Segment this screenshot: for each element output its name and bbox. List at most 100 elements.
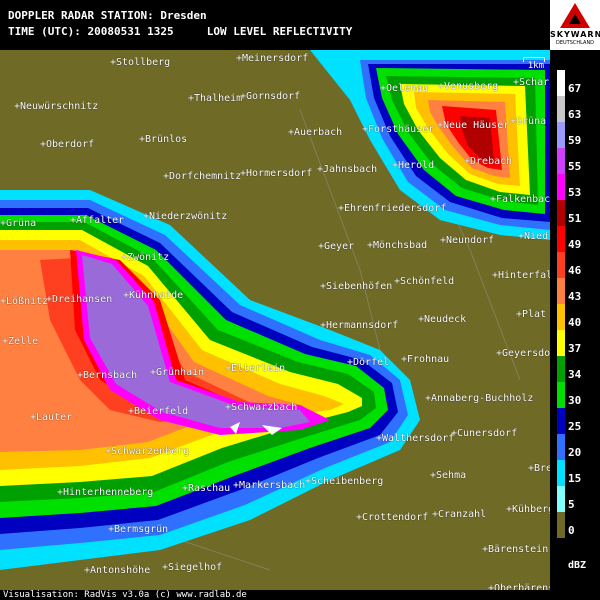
legend-tick-label: 15	[568, 472, 582, 485]
city-label: +Neudeck	[418, 314, 467, 325]
city-label: +Kühberg	[506, 504, 550, 515]
legend-swatch	[557, 122, 565, 148]
city-label: +Cunersdorf	[451, 428, 518, 439]
city-label: +Neuwürschnitz	[14, 101, 99, 112]
city-label: +Nied	[518, 231, 549, 242]
city-label: +Neue Häuser	[437, 120, 510, 131]
city-label: +Sehma	[430, 470, 467, 481]
city-label: +Lößnitz	[0, 296, 49, 307]
legend-tick-label: 40	[568, 316, 582, 329]
legend-color-bar	[557, 70, 565, 598]
city-label: +Scharf	[513, 77, 550, 88]
legend-swatch	[557, 356, 565, 382]
city-label: +Ehrenfriedersdorf	[338, 203, 447, 214]
city-label: +Oelenau	[380, 83, 429, 94]
skywarn-logo: SKYWARN DEUTSCHLAND	[550, 0, 600, 50]
city-label: +Hormersdorf	[240, 168, 313, 179]
legend-swatch	[557, 96, 565, 122]
city-label: +Bernsbach	[77, 370, 138, 381]
city-label: +Niederzwönitz	[143, 211, 228, 222]
city-label: +Oberdorf	[40, 139, 95, 150]
radar-map[interactable]: 1km +Meinersdorf +Stollberg +Oelenau +Venus…	[0, 50, 550, 590]
legend-tick-label: 63	[568, 108, 582, 121]
city-label: +Forsthäuser	[362, 124, 435, 135]
city-label: +Dörfel	[347, 357, 390, 368]
scale-label: 1km	[527, 61, 544, 71]
city-label: +Schwarzenberg	[105, 446, 190, 457]
city-label: +Mönchsbad	[367, 240, 428, 251]
dbz-legend: 67 63 59 55 53 51 49 46 43 40 37 34 30 25 20 15 5 0 dBZ	[550, 50, 600, 600]
legend-swatch	[557, 148, 565, 174]
city-label: +Hinterfal	[492, 270, 550, 281]
radar-header: DOPPLER RADAR STATION: Dresden TIME (UTC…	[0, 0, 550, 50]
city-label: +Brünlos	[139, 134, 188, 145]
legend-swatch	[557, 486, 565, 512]
city-label: +Affalter	[70, 215, 125, 226]
city-label: +Falkenbac	[490, 194, 550, 205]
city-label: +Dreihansen	[46, 294, 113, 305]
city-label: +Antonshöhe	[84, 565, 151, 576]
city-label: +Elterlein	[225, 363, 286, 374]
city-label: +Herold	[392, 160, 435, 171]
city-label: +Siebenhöfen	[320, 281, 393, 292]
legend-unit: dBZ	[568, 560, 587, 571]
legend-tick-label: 5	[568, 498, 575, 511]
city-label: +Oberbärens	[488, 583, 550, 590]
city-label: +Bre	[528, 463, 550, 474]
legend-swatch	[557, 304, 565, 330]
logo-country: DEUTSCHLAND	[555, 40, 595, 46]
city-label: +Bärenstein	[482, 544, 549, 555]
city-label: +Schwarzbach	[225, 402, 298, 413]
legend-tick-label: 46	[568, 264, 582, 277]
legend-tick-label: 49	[568, 238, 582, 251]
legend-tick-label: 37	[568, 342, 582, 355]
footer-credit: Visualisation: RadVis v3.0a (c) www.radl…	[0, 590, 283, 600]
legend-tick-label: 67	[568, 82, 582, 95]
city-label: +Kühnhaide	[123, 290, 184, 301]
city-label: +Frohnau	[401, 354, 450, 365]
city-label: +Schönfeld	[394, 276, 455, 287]
city-label: +Geyersdo	[496, 348, 550, 359]
city-label: +Stollberg	[110, 57, 171, 68]
city-label: +Walthersdorf	[376, 433, 455, 444]
city-label: +Bermsgrün	[108, 524, 169, 535]
city-label: +Hermannsdorf	[320, 320, 399, 331]
city-label: +Gornsdorf	[240, 91, 301, 102]
legend-swatch	[557, 200, 565, 226]
city-label: +Jahnsbach	[317, 164, 378, 175]
logo-brand: SKYWARN	[550, 30, 600, 39]
legend-tick-label: 25	[568, 420, 582, 433]
legend-tick-label: 0	[568, 524, 575, 537]
legend-swatch	[557, 174, 565, 200]
legend-swatch	[557, 382, 565, 408]
legend-swatch	[557, 408, 565, 434]
city-label: +Venusberg	[438, 81, 499, 92]
city-label: +Crottendorf	[356, 512, 429, 523]
legend-tick-label: 55	[568, 160, 582, 173]
city-label: +Raschau	[182, 483, 231, 494]
legend-tick-label: 59	[568, 134, 582, 147]
legend-tick-label: 51	[568, 212, 582, 225]
city-label: +Plat	[516, 309, 547, 320]
city-label: +Meinersdorf	[236, 53, 309, 64]
city-label: +Beierfeld	[128, 406, 189, 417]
city-label: +Markersbach	[233, 480, 306, 491]
legend-tick-label: 34	[568, 368, 582, 381]
city-label: +Siegelhof	[162, 562, 223, 573]
city-label: +Zwönitz	[121, 252, 170, 263]
time-label: TIME (UTC): 20080531 1325	[8, 25, 174, 38]
city-label: +Scheibenberg	[305, 476, 384, 487]
legend-tick-label: 53	[568, 186, 582, 199]
city-label: +Hinterhenneberg	[57, 487, 154, 498]
legend-swatch	[557, 70, 565, 96]
city-label: +Neundorf	[440, 235, 495, 246]
legend-swatch	[557, 226, 565, 252]
skywarn-triangle-icon	[560, 3, 590, 28]
legend-swatch	[557, 512, 565, 538]
legend-tick-label: 30	[568, 394, 582, 407]
city-label: +Auerbach	[288, 127, 343, 138]
city-label: +Zelle	[2, 336, 39, 347]
city-label: +Drebach	[464, 156, 513, 167]
legend-tick-label: 43	[568, 290, 582, 303]
city-label: +Lauter	[30, 412, 73, 423]
